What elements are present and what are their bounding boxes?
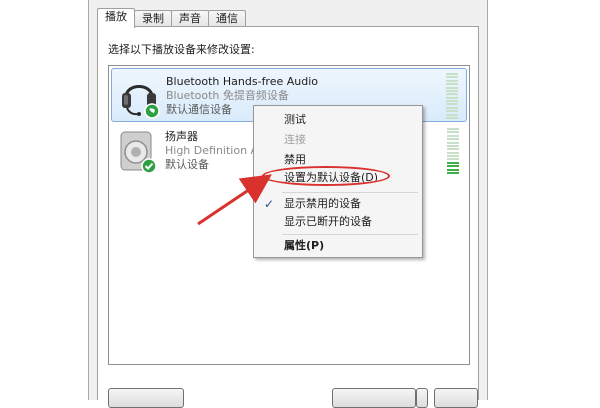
instruction-text: 选择以下播放设备来修改设置:	[108, 43, 255, 56]
device-status: 默认设备	[165, 158, 209, 171]
menu-item-properties[interactable]: 属性(P)	[256, 236, 420, 256]
configure-button[interactable]	[108, 388, 184, 408]
annotation-ellipse	[262, 166, 390, 186]
menu-item-show-disabled[interactable]: ✓ 显示禁用的设备	[256, 194, 420, 214]
device-text: 扬声器 High Definition A 默认设备	[165, 130, 258, 172]
tab-recording[interactable]: 录制	[134, 10, 172, 27]
tab-sounds[interactable]: 声音	[171, 10, 209, 27]
device-name: Bluetooth Hands-free Audio	[166, 75, 319, 88]
device-description: Bluetooth 免提音频设备	[166, 89, 289, 102]
menu-item-test[interactable]: 测试	[256, 110, 420, 130]
checkmark-icon: ✓	[264, 197, 275, 211]
menu-item-show-disconnected[interactable]: 显示已断开的设备	[256, 212, 420, 232]
speaker-icon	[117, 128, 161, 174]
level-meter	[446, 73, 458, 119]
device-name: 扬声器	[165, 130, 198, 143]
set-default-dropdown[interactable]	[416, 388, 428, 408]
level-meter	[447, 128, 459, 174]
properties-button[interactable]	[434, 388, 478, 408]
tab-communications[interactable]: 通信	[208, 10, 246, 27]
device-description: High Definition A	[165, 144, 259, 157]
set-default-button[interactable]	[332, 388, 416, 408]
tab-playback[interactable]: 播放	[97, 8, 135, 28]
menu-item-label: 显示禁用的设备	[284, 197, 361, 210]
menu-separator	[282, 192, 418, 193]
headset-icon	[118, 73, 162, 119]
tab-strip: 播放 录制 声音 通信	[97, 8, 246, 28]
menu-separator	[282, 234, 418, 235]
menu-item-connect[interactable]: 连接	[256, 130, 420, 150]
